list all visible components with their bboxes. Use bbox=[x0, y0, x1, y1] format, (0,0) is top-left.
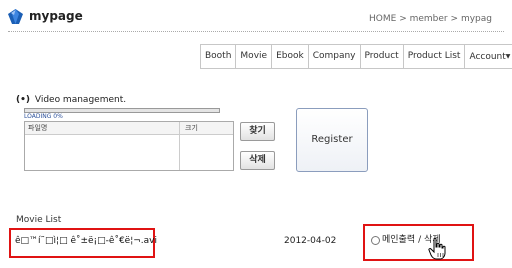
action-separator: / bbox=[418, 235, 422, 245]
breadcrumb-separator: > bbox=[450, 14, 459, 24]
hand-pointer-icon bbox=[428, 237, 446, 260]
nav-tab-company[interactable]: Company bbox=[307, 45, 360, 68]
loading-label: LOADING 0% bbox=[24, 113, 63, 120]
dropdown-arrow-icon: ▼ bbox=[505, 53, 511, 60]
column-header-size: 크기 bbox=[185, 124, 198, 132]
nav-tab-account[interactable]: Account▼ bbox=[464, 45, 512, 68]
column-divider bbox=[179, 122, 180, 170]
logo-gem-icon bbox=[8, 9, 23, 24]
section-bullet: (•) bbox=[16, 95, 30, 105]
delete-file-button[interactable]: 삭제 bbox=[240, 151, 275, 170]
nav-tab-account-label: Account bbox=[469, 52, 506, 62]
top-nav: Booth Movie Ebook Company Product Produc… bbox=[200, 44, 512, 69]
column-header-filename: 파일명 bbox=[28, 124, 48, 132]
nav-tab-booth[interactable]: Booth bbox=[201, 45, 235, 68]
page-title: mypage bbox=[29, 9, 83, 23]
breadcrumb-mypage[interactable]: mypag bbox=[461, 14, 492, 24]
breadcrumb-member[interactable]: member bbox=[410, 14, 448, 24]
header-divider bbox=[8, 31, 504, 32]
file-list-header: 파일명 크기 bbox=[25, 122, 233, 135]
movie-list-title: Movie List bbox=[16, 215, 62, 225]
upload-file-list[interactable]: 파일명 크기 bbox=[24, 121, 234, 171]
nav-tab-ebook[interactable]: Ebook bbox=[271, 45, 308, 68]
find-file-button[interactable]: 찾기 bbox=[240, 122, 275, 141]
video-management-heading: (•) Video management. bbox=[16, 95, 126, 106]
movie-date: 2012-04-02 bbox=[284, 236, 337, 246]
breadcrumb-separator: > bbox=[399, 14, 407, 24]
main-output-radio[interactable] bbox=[371, 236, 380, 245]
breadcrumb: HOME > member > mypag bbox=[369, 13, 492, 25]
main-output-label[interactable]: 메인출력 bbox=[382, 235, 415, 245]
register-button[interactable]: Register bbox=[296, 108, 368, 172]
nav-tab-product[interactable]: Product bbox=[359, 45, 403, 68]
video-management-title: Video management. bbox=[34, 95, 127, 105]
movie-filename[interactable]: ê□™í˜□ì¦□ ê˚±ë¡□-ê˚€ë¦¬.avi bbox=[15, 235, 157, 247]
nav-tab-product-list[interactable]: Product List bbox=[402, 45, 465, 68]
nav-tab-movie[interactable]: Movie bbox=[235, 45, 271, 68]
breadcrumb-home[interactable]: HOME bbox=[369, 14, 396, 24]
